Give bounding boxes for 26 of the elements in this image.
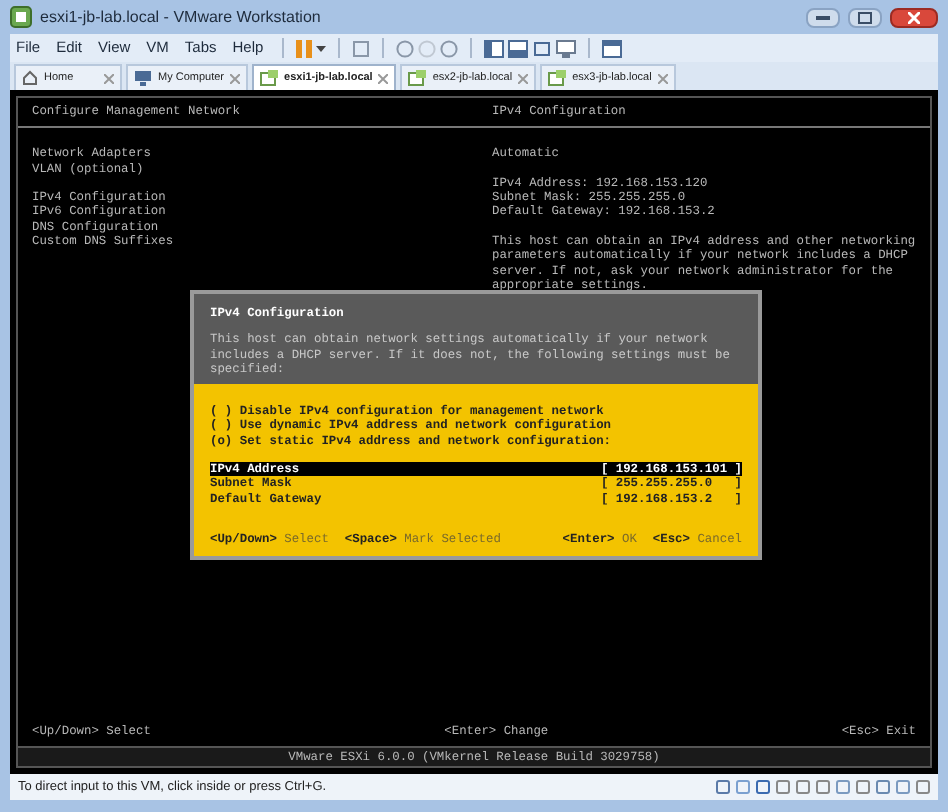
close-icon[interactable] xyxy=(518,73,529,83)
device-icon[interactable] xyxy=(351,39,370,57)
maximize-icon xyxy=(858,11,872,23)
window-icon[interactable] xyxy=(507,39,528,57)
close-icon xyxy=(908,11,920,23)
minimize-button[interactable] xyxy=(806,7,840,27)
close-button[interactable] xyxy=(890,7,938,27)
caret-icon[interactable] xyxy=(315,45,326,51)
vm-icon xyxy=(548,70,567,86)
monitor-icon xyxy=(134,70,152,86)
vm-icon xyxy=(408,70,427,86)
close-icon[interactable] xyxy=(378,73,389,83)
app-icon xyxy=(10,6,32,28)
window-icon[interactable] xyxy=(601,39,622,57)
house-icon xyxy=(22,70,38,86)
fullscreen-icon[interactable] xyxy=(531,39,552,57)
vm-icon xyxy=(260,70,279,86)
close-icon[interactable] xyxy=(230,73,241,83)
window-title: esxi1-jb-lab.local - VMware Workstation xyxy=(40,5,321,29)
monitor-icon[interactable] xyxy=(555,39,576,57)
panel-icon[interactable] xyxy=(483,39,504,57)
minimize-icon xyxy=(816,14,830,20)
close-icon[interactable] xyxy=(104,73,114,83)
close-icon[interactable] xyxy=(657,73,668,83)
console-screen[interactable] xyxy=(10,90,938,774)
maximize-button[interactable] xyxy=(848,7,882,27)
